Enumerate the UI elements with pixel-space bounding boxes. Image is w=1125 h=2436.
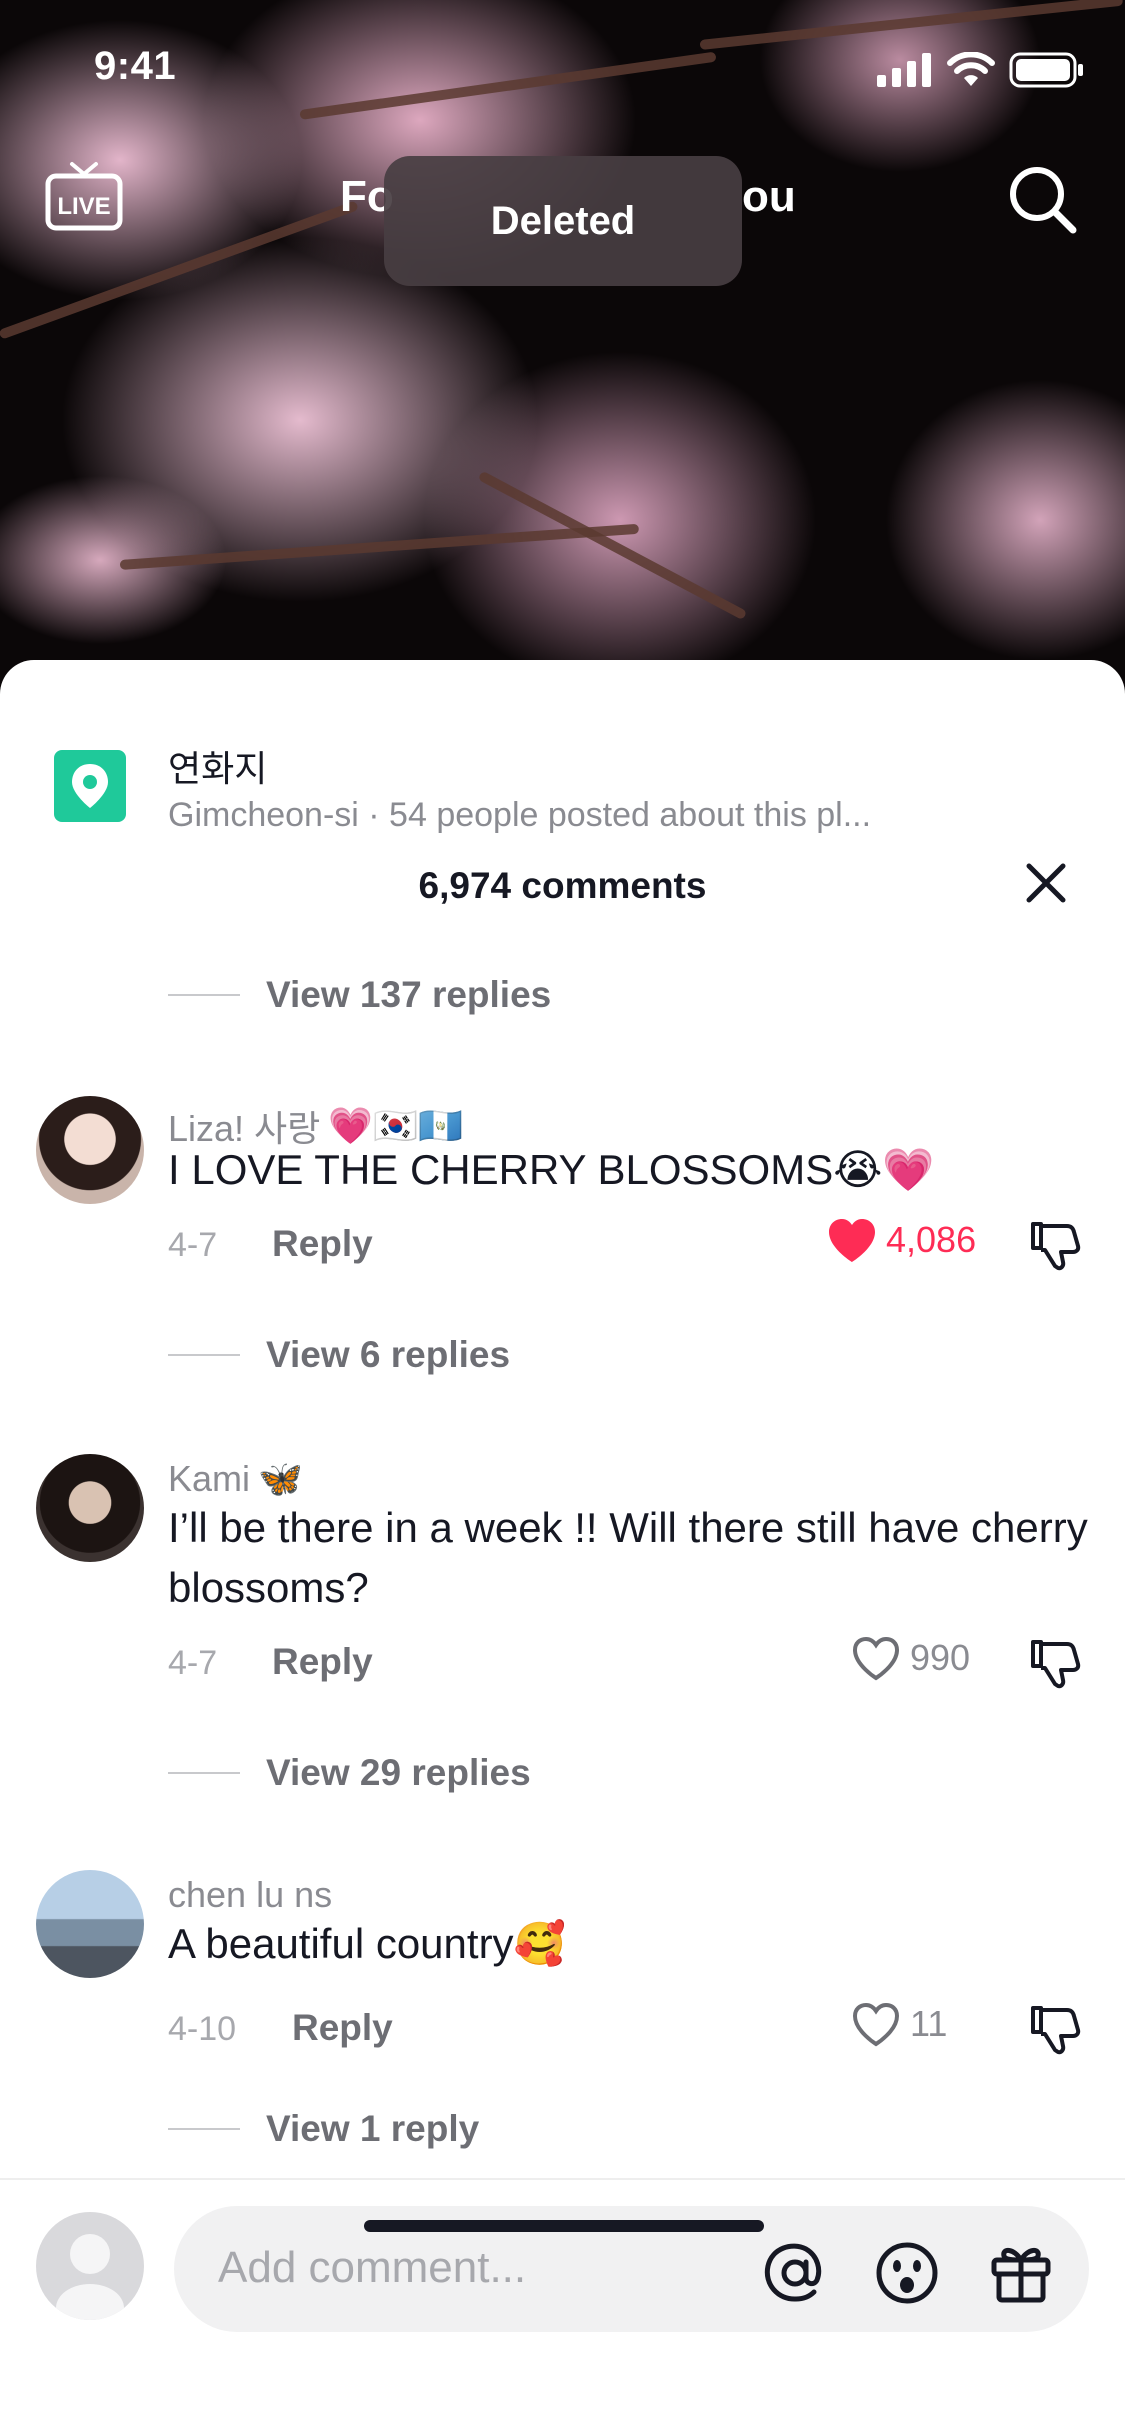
avatar[interactable] bbox=[36, 1096, 144, 1204]
like-button[interactable]: 11 bbox=[850, 2000, 947, 2048]
comment-text: I’ll be there in a week !! Will there st… bbox=[168, 1504, 1088, 1611]
dislike-icon[interactable] bbox=[1027, 2000, 1083, 2056]
view-replies-button[interactable]: View 1 reply bbox=[168, 2108, 479, 2150]
view-replies-label: View 6 replies bbox=[266, 1334, 511, 1375]
comment-input[interactable] bbox=[218, 2236, 758, 2300]
username-text: Kami bbox=[168, 1458, 251, 1499]
home-indicator bbox=[364, 2220, 764, 2232]
comment-item: Kami 🦋 I’ll be there in a week !! Will t… bbox=[0, 1454, 1125, 1754]
comments-sheet: 연화지 Gimcheon-si · 54 people posted about… bbox=[0, 660, 1125, 2436]
cellular-signal-icon bbox=[877, 53, 931, 87]
divider bbox=[168, 2128, 240, 2130]
deleted-toast: Deleted bbox=[384, 156, 742, 286]
close-icon[interactable] bbox=[1023, 860, 1069, 906]
reply-button[interactable]: Reply bbox=[272, 1223, 373, 1265]
svg-text:LIVE: LIVE bbox=[57, 193, 110, 220]
avatar[interactable] bbox=[36, 1454, 144, 1562]
dislike-icon[interactable] bbox=[1027, 1216, 1083, 1272]
battery-icon bbox=[1009, 52, 1083, 88]
view-replies-button[interactable]: View 29 replies bbox=[168, 1752, 531, 1794]
view-replies-label: View 29 replies bbox=[266, 1752, 531, 1793]
emoji-icon[interactable] bbox=[874, 2240, 940, 2306]
like-button[interactable]: 4,086 bbox=[826, 1216, 976, 1264]
wifi-icon bbox=[947, 52, 995, 86]
heart-filled-icon bbox=[829, 1219, 875, 1262]
comment-date: 4-7 bbox=[168, 1226, 218, 1264]
avatar[interactable] bbox=[36, 1870, 144, 1978]
default-avatar-icon bbox=[56, 2234, 124, 2320]
divider bbox=[168, 994, 240, 996]
divider bbox=[168, 1354, 240, 1356]
view-replies-button[interactable]: View 6 replies bbox=[168, 1334, 510, 1376]
place-banner[interactable]: 연화지 Gimcheon-si · 54 people posted about… bbox=[54, 704, 1094, 834]
reply-button[interactable]: Reply bbox=[292, 2007, 393, 2049]
live-icon[interactable]: LIVE bbox=[44, 160, 124, 232]
view-replies-label: View 1 reply bbox=[266, 2108, 480, 2149]
reply-button[interactable]: Reply bbox=[272, 1641, 373, 1683]
status-time: 9:41 bbox=[94, 44, 177, 88]
like-button[interactable]: 990 bbox=[850, 1634, 970, 1682]
mention-icon[interactable] bbox=[762, 2240, 828, 2306]
comment-item: chen lu ns A beautiful country🥰 4-10 Rep… bbox=[0, 1870, 1125, 2110]
comment-input-bar bbox=[0, 2178, 1125, 2436]
status-icons bbox=[877, 52, 1085, 88]
user-avatar[interactable] bbox=[36, 2212, 144, 2320]
comment-username[interactable]: Kami 🦋 bbox=[168, 1458, 303, 1500]
like-count: 990 bbox=[910, 1637, 971, 1678]
username-emojis: 🦋 bbox=[258, 1459, 303, 1500]
location-pin-icon bbox=[54, 750, 126, 822]
heart-outline-icon bbox=[852, 2002, 900, 2047]
divider bbox=[168, 1772, 240, 1774]
comment-date: 4-10 bbox=[168, 2010, 237, 2048]
comment-text: I LOVE THE CHERRY BLOSSOMS😭💗 bbox=[168, 1146, 935, 1193]
place-name: 연화지 bbox=[168, 748, 268, 789]
like-count: 4,086 bbox=[886, 1219, 977, 1260]
tab-for-you-partial[interactable]: ou bbox=[742, 172, 796, 222]
comment-date: 4-7 bbox=[168, 1644, 218, 1682]
comment-item: Liza! 사랑 💗🇰🇷🇬🇹 I LOVE THE CHERRY BLOSSOM… bbox=[0, 1096, 1125, 1336]
comment-text: A beautiful country🥰 bbox=[168, 1920, 566, 1967]
video-background[interactable] bbox=[0, 0, 1125, 700]
view-replies-button[interactable]: View 137 replies bbox=[168, 974, 551, 1016]
like-count: 11 bbox=[910, 2003, 948, 2044]
search-icon[interactable] bbox=[1007, 164, 1079, 236]
view-replies-label: View 137 replies bbox=[266, 974, 552, 1015]
comments-count-header: 6,974 comments bbox=[418, 865, 707, 906]
heart-outline-icon bbox=[852, 1636, 900, 1681]
comment-username[interactable]: chen lu ns bbox=[168, 1874, 332, 1916]
dislike-icon[interactable] bbox=[1027, 1634, 1083, 1690]
gift-icon[interactable] bbox=[988, 2240, 1054, 2306]
place-subtitle: Gimcheon-si · 54 people posted about thi… bbox=[168, 796, 872, 834]
username-text: chen lu ns bbox=[168, 1874, 333, 1915]
